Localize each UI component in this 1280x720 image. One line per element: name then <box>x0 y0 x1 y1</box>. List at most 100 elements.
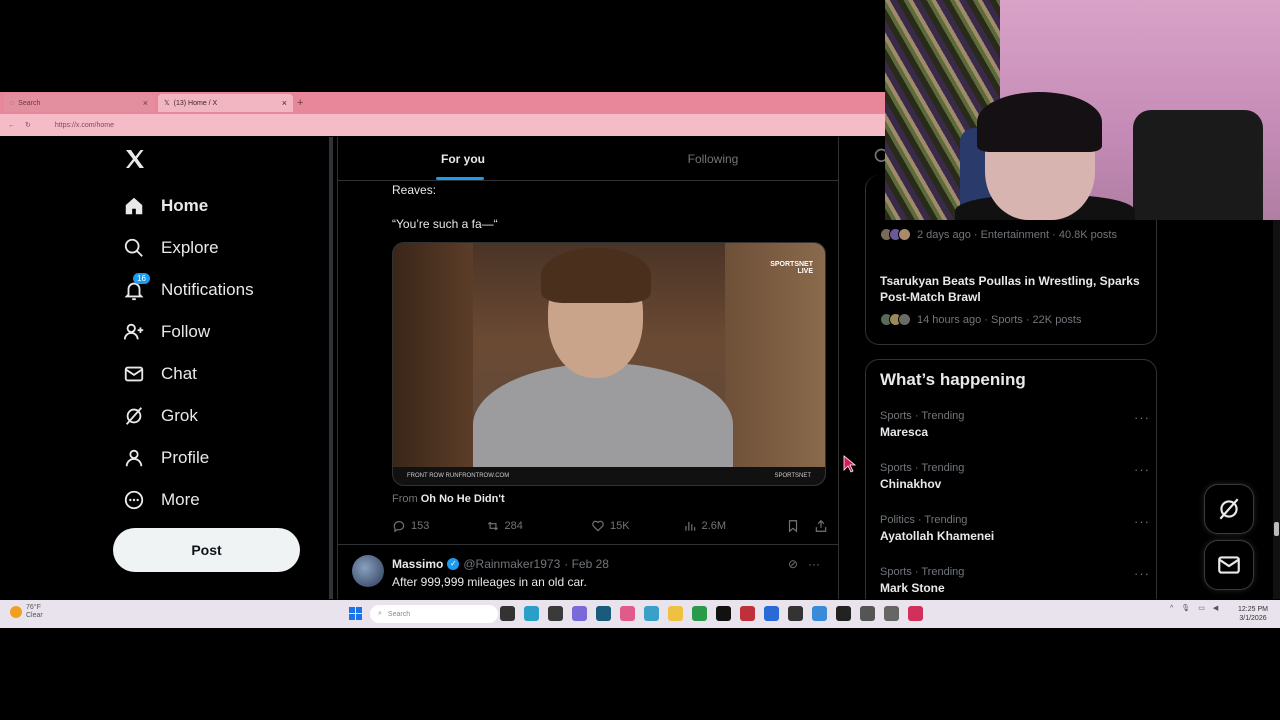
reply-icon <box>393 521 405 533</box>
browser-tab-search[interactable]: ◌ Search × <box>4 94 154 112</box>
opera-icon[interactable] <box>740 606 755 621</box>
messenger-icon[interactable] <box>764 606 779 621</box>
nav-explore[interactable]: Explore <box>123 233 219 263</box>
search-icon <box>124 238 143 257</box>
start-button[interactable] <box>349 607 362 620</box>
app-icon[interactable] <box>788 606 803 621</box>
trend-item[interactable]: Politics · Trending Ayatollah Khamenei ·… <box>880 514 1150 543</box>
source-link[interactable]: Oh No He Didn't <box>421 493 505 505</box>
more-options-icon[interactable]: ··· <box>1134 462 1150 477</box>
app-icon[interactable] <box>620 606 635 621</box>
left-scrollbar[interactable] <box>329 137 333 599</box>
nav-label: Grok <box>161 406 198 425</box>
trend-name: Ayatollah Khamenei <box>880 529 995 543</box>
news-item-meta: 14 hours ago · Sports · 22K posts <box>880 313 1081 326</box>
edge-icon[interactable] <box>524 606 539 621</box>
webcam-overlay <box>885 0 1280 220</box>
nav-chat[interactable]: Chat <box>123 359 197 389</box>
nav-label: Follow <box>161 322 211 341</box>
reply-button[interactable]: 153 <box>392 519 486 533</box>
search-icon: ⌕ <box>378 610 382 617</box>
author-name[interactable]: Massimo <box>392 557 443 571</box>
nav-grok[interactable]: Grok <box>123 401 198 431</box>
more-options-icon[interactable]: ··· <box>1134 514 1150 529</box>
share-button[interactable] <box>814 519 828 533</box>
post-button[interactable]: Post <box>113 528 300 572</box>
close-tab-icon[interactable]: × <box>282 98 287 108</box>
sportsnet-logo: SPORTSNET LIVE <box>770 261 813 275</box>
trend-item[interactable]: Sports · Trending Mark Stone ··· <box>880 566 1150 595</box>
avatar[interactable] <box>352 555 384 587</box>
taskbar-search[interactable]: ⌕ Search <box>370 605 498 623</box>
author-handle[interactable]: @Rainmaker1973 <box>463 557 560 571</box>
nav-home[interactable]: Home <box>123 191 208 221</box>
more-options-icon[interactable]: ··· <box>1134 566 1150 581</box>
app-icon[interactable] <box>812 606 827 621</box>
bookmark-button[interactable] <box>786 519 800 533</box>
tweet-video[interactable]: SPORTSNET LIVE FRONT ROW RUNFRONTROW.COM… <box>392 242 826 486</box>
more-options-icon[interactable]: ··· <box>1134 410 1150 425</box>
mic-icon[interactable]: 🎙 <box>1181 604 1190 612</box>
discord-icon[interactable] <box>572 606 587 621</box>
news-item-meta: 2 days ago · Entertainment · 40.8K posts <box>880 228 1117 241</box>
trend-item[interactable]: Sports · Trending Maresca ··· <box>880 410 1150 439</box>
app-icon[interactable] <box>596 606 611 621</box>
section-title: What’s happening <box>880 370 1026 389</box>
weather-widget[interactable]: 76°F Clear <box>10 604 43 620</box>
repost-button[interactable]: 284 <box>486 519 591 533</box>
system-tray: ^ 🎙 ▭ ◀ <box>1170 604 1218 613</box>
weather-desc: Clear <box>26 612 43 619</box>
x-logo-icon[interactable] <box>123 147 147 171</box>
tiktok-icon[interactable] <box>716 606 731 621</box>
reload-icon[interactable]: ↻ <box>25 121 31 129</box>
browser-tab-home[interactable]: 𝕏 (13) Home / X × <box>158 94 293 112</box>
trend-item[interactable]: Sports · Trending Chinakhov ··· <box>880 462 1150 491</box>
tweet-text-line: “You’re such a fa—“ <box>392 217 498 231</box>
news-item-title[interactable]: Tsarukyan Beats Poullas in Wrestling, Sp… <box>880 273 1150 305</box>
task-view-icon[interactable] <box>500 606 515 621</box>
scrollbar-thumb[interactable] <box>1274 522 1279 536</box>
app-icon[interactable] <box>548 606 563 621</box>
messages-fab-button[interactable] <box>1204 540 1254 590</box>
new-tab-icon[interactable]: + <box>297 97 303 109</box>
network-icon[interactable]: ▭ <box>1198 604 1205 612</box>
view-count: 2.6M <box>701 520 726 532</box>
volume-icon[interactable]: ◀ <box>1213 604 1218 612</box>
xbox-icon[interactable] <box>692 606 707 621</box>
trend-name: Mark Stone <box>880 581 945 595</box>
share-icon <box>815 519 827 532</box>
like-button[interactable]: 15K <box>591 519 683 533</box>
tweet-actions: 153 284 15K 2.6M <box>392 519 828 533</box>
source-prefix: From <box>392 493 418 505</box>
grok-fab-button[interactable] <box>1204 484 1254 534</box>
chatgpt-icon[interactable] <box>836 606 851 621</box>
views-icon <box>684 521 695 531</box>
grok-icon <box>1219 498 1239 520</box>
close-tab-icon[interactable]: × <box>143 98 148 108</box>
settings-icon[interactable] <box>860 606 875 621</box>
nav-label: Explore <box>161 238 219 257</box>
url-field[interactable]: https://x.com/home <box>55 122 114 129</box>
sun-icon <box>10 606 22 618</box>
more-options-icon[interactable]: ··· <box>808 557 820 571</box>
chevron-up-icon[interactable]: ^ <box>1170 605 1173 612</box>
grok-icon[interactable]: ⊘ <box>788 557 798 571</box>
left-sidebar: Home Explore 16 Notifications Follow Cha… <box>3 137 328 599</box>
file-explorer-icon[interactable] <box>668 606 683 621</box>
tweet-text-line: Reaves: <box>392 183 437 197</box>
views-button[interactable]: 2.6M <box>683 519 786 533</box>
tweet-date[interactable]: · Feb 28 <box>564 557 609 571</box>
nav-more[interactable]: More <box>123 485 200 515</box>
app-icon[interactable] <box>908 606 923 621</box>
search-placeholder: Search <box>387 610 411 618</box>
tab-for-you[interactable]: For you <box>338 137 588 180</box>
tab-following[interactable]: Following <box>588 137 838 180</box>
nav-profile[interactable]: Profile <box>123 443 209 473</box>
nav-follow[interactable]: Follow <box>123 317 210 347</box>
system-clock[interactable]: 12:25 PM 3/1/2026 <box>1238 605 1268 623</box>
app-icon[interactable] <box>884 606 899 621</box>
app-icon[interactable] <box>644 606 659 621</box>
back-icon[interactable]: ← <box>8 122 15 129</box>
trend-name: Maresca <box>880 425 929 439</box>
nav-notifications[interactable]: 16 Notifications <box>123 273 254 305</box>
